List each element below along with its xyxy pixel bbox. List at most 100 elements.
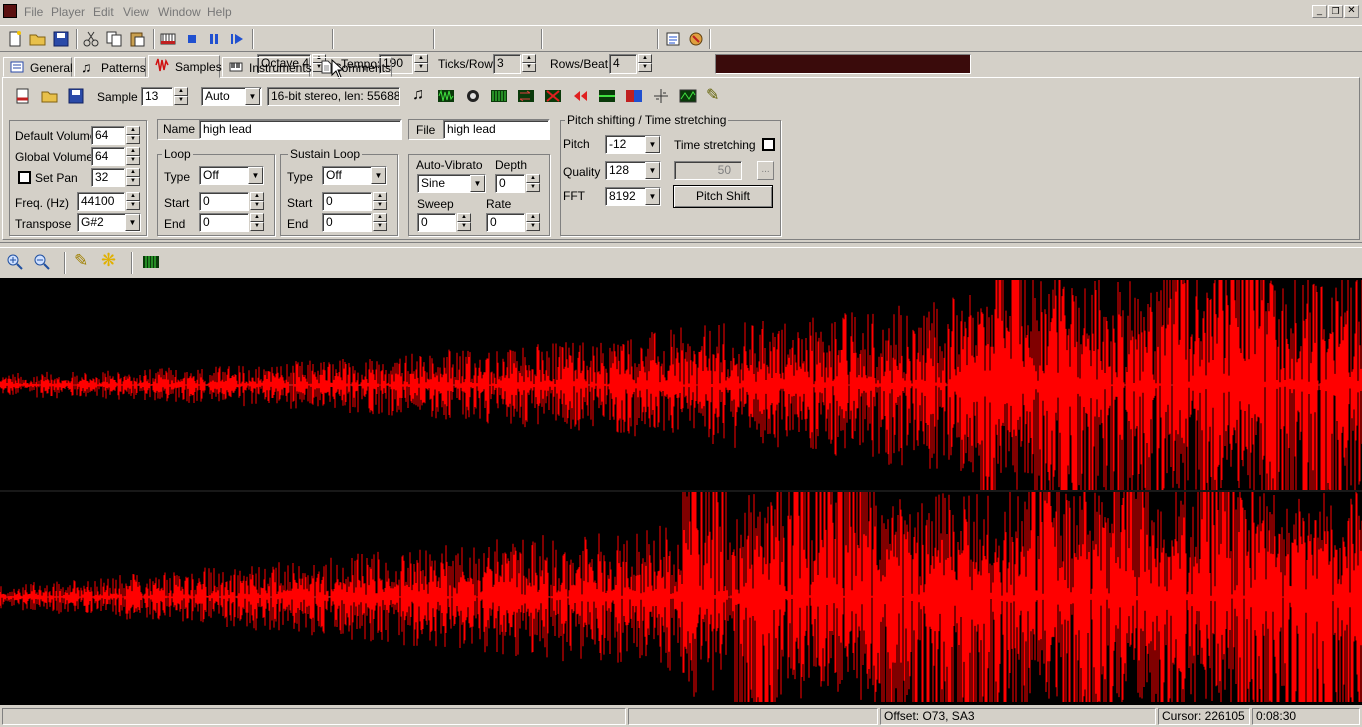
depth-field[interactable]: 0: [495, 174, 525, 193]
pitch-dropdown[interactable]: ▼: [645, 136, 660, 153]
tempo-spinner[interactable]: ▲ ▼: [414, 54, 428, 73]
freq-label: Freq. (Hz): [15, 196, 69, 210]
transpose-dropdown[interactable]: ▼: [125, 214, 140, 231]
freq-spinner[interactable]: ▲ ▼: [126, 192, 140, 211]
time-stretching-checkbox[interactable]: [762, 138, 775, 151]
sample-mode-dropdown[interactable]: ▼: [245, 88, 260, 105]
play-from-icon[interactable]: [228, 30, 246, 48]
default-volume-field[interactable]: 64: [91, 126, 125, 145]
stereo-sep-icon[interactable]: [625, 87, 643, 105]
toolbar-separator: [657, 29, 659, 49]
toolbar-separator: [252, 29, 254, 49]
zoom-out-icon[interactable]: [33, 253, 51, 271]
menu-view[interactable]: View: [123, 5, 149, 19]
vibrato-wave-dropdown[interactable]: ▼: [470, 175, 485, 192]
rewind-icon[interactable]: [571, 87, 589, 105]
general-icon: [10, 61, 24, 73]
sustain-start-field[interactable]: 0: [322, 192, 372, 211]
splitter[interactable]: [0, 242, 1362, 248]
global-volume-field[interactable]: 64: [91, 147, 125, 166]
save-sample-icon[interactable]: [67, 87, 85, 105]
loop-end-spinner[interactable]: ▲ ▼: [250, 213, 264, 232]
browse-button: ...: [757, 161, 774, 180]
app-icon[interactable]: [3, 4, 17, 18]
close-button[interactable]: ✕: [1344, 5, 1359, 18]
main-toolbar: Octave 4 ▲ ▼ Tempo: 190 ▲ ▼ Ticks/Row: 3 ▲…: [0, 25, 1362, 74]
sustain-type-dropdown[interactable]: ▼: [371, 167, 386, 184]
copy-icon[interactable]: [105, 30, 123, 48]
grid-icon[interactable]: [142, 253, 160, 271]
pitch-shift-button[interactable]: Pitch Shift: [673, 185, 773, 208]
sparkle-icon[interactable]: ❋: [101, 250, 116, 271]
pencil-icon[interactable]: ✎: [706, 85, 719, 105]
stop-icon[interactable]: [183, 30, 201, 48]
pause-icon[interactable]: [205, 30, 223, 48]
loop-end-field[interactable]: 0: [199, 213, 249, 232]
tab-samples[interactable]: Samples: [148, 55, 222, 78]
fft-dropdown[interactable]: ▼: [645, 188, 660, 205]
file-field[interactable]: high lead: [443, 120, 549, 139]
song-properties-icon[interactable]: [664, 30, 682, 48]
tab-general[interactable]: General: [3, 57, 73, 77]
reverse-icon[interactable]: [517, 87, 535, 105]
tab-patterns[interactable]: ♫ Patterns: [74, 57, 146, 77]
set-pan-checkbox[interactable]: [18, 171, 31, 184]
ticks-field[interactable]: 3: [493, 54, 521, 74]
play-song-icon[interactable]: [159, 30, 177, 48]
open-folder-icon[interactable]: [29, 30, 47, 48]
rows-field[interactable]: 4: [609, 54, 637, 74]
loop-start-field[interactable]: 0: [199, 192, 249, 211]
sweep-field[interactable]: 0: [417, 213, 456, 232]
cut-icon[interactable]: [82, 30, 100, 48]
sustain-end-field[interactable]: 0: [322, 213, 372, 232]
sustain-start-spinner[interactable]: ▲ ▼: [373, 192, 387, 211]
sustain-end-spinner[interactable]: ▲ ▼: [373, 213, 387, 232]
menu-window[interactable]: Window: [158, 5, 201, 19]
crossfade-icon[interactable]: [598, 87, 616, 105]
freq-field[interactable]: 44100: [77, 192, 125, 211]
midi-record-icon[interactable]: [687, 30, 705, 48]
rows-spinner[interactable]: ▲ ▼: [638, 54, 652, 73]
minimize-button[interactable]: _: [1312, 5, 1327, 18]
silence-icon[interactable]: [544, 87, 562, 105]
tab-patterns-label: Patterns: [101, 61, 146, 75]
quality-dropdown[interactable]: ▼: [645, 162, 660, 179]
amplify-icon[interactable]: [464, 87, 482, 105]
loop-start-spinner[interactable]: ▲ ▼: [250, 192, 264, 211]
paste-icon[interactable]: [128, 30, 146, 48]
draw-pencil-icon[interactable]: ✎: [74, 251, 88, 271]
new-file-icon[interactable]: [6, 30, 24, 48]
restore-button[interactable]: ❐: [1328, 5, 1343, 18]
normalize-icon[interactable]: [437, 87, 455, 105]
set-pan-field[interactable]: 32: [91, 168, 125, 187]
ticks-spinner[interactable]: ▲ ▼: [522, 54, 536, 73]
waveform-toolbar: ✎ ❋: [0, 249, 1362, 277]
set-pan-spinner[interactable]: ▲ ▼: [126, 168, 140, 187]
sample-number-field[interactable]: 13: [141, 87, 173, 106]
menu-file[interactable]: File: [24, 5, 43, 19]
spectrum-icon[interactable]: [679, 87, 697, 105]
rate-field[interactable]: 0: [486, 213, 525, 232]
sweep-spinner[interactable]: ▲ ▼: [457, 213, 471, 232]
save-icon[interactable]: [52, 30, 70, 48]
tab-comments[interactable]: Comments: [312, 57, 392, 77]
insert-silence-icon[interactable]: [652, 87, 670, 105]
open-sample-icon[interactable]: [41, 87, 59, 105]
new-sample-icon[interactable]: [14, 87, 32, 105]
play-note-icon[interactable]: ♫: [412, 86, 424, 104]
tab-general-label: General: [30, 61, 73, 75]
menu-help[interactable]: Help: [207, 5, 232, 19]
name-field[interactable]: high lead: [199, 120, 401, 139]
loop-type-dropdown[interactable]: ▼: [248, 167, 263, 184]
dc-offset-icon[interactable]: [490, 87, 508, 105]
waveform-display[interactable]: [0, 278, 1362, 705]
default-volume-spinner[interactable]: ▲ ▼: [126, 126, 140, 145]
tab-instruments[interactable]: Instruments: [222, 57, 312, 77]
zoom-in-icon[interactable]: [6, 253, 24, 271]
menu-edit[interactable]: Edit: [93, 5, 114, 19]
global-volume-spinner[interactable]: ▲ ▼: [126, 147, 140, 166]
rate-spinner[interactable]: ▲ ▼: [526, 213, 540, 232]
sample-number-spinner[interactable]: ▲ ▼: [174, 87, 188, 106]
menu-player[interactable]: Player: [51, 5, 85, 19]
depth-spinner[interactable]: ▲ ▼: [526, 174, 540, 193]
